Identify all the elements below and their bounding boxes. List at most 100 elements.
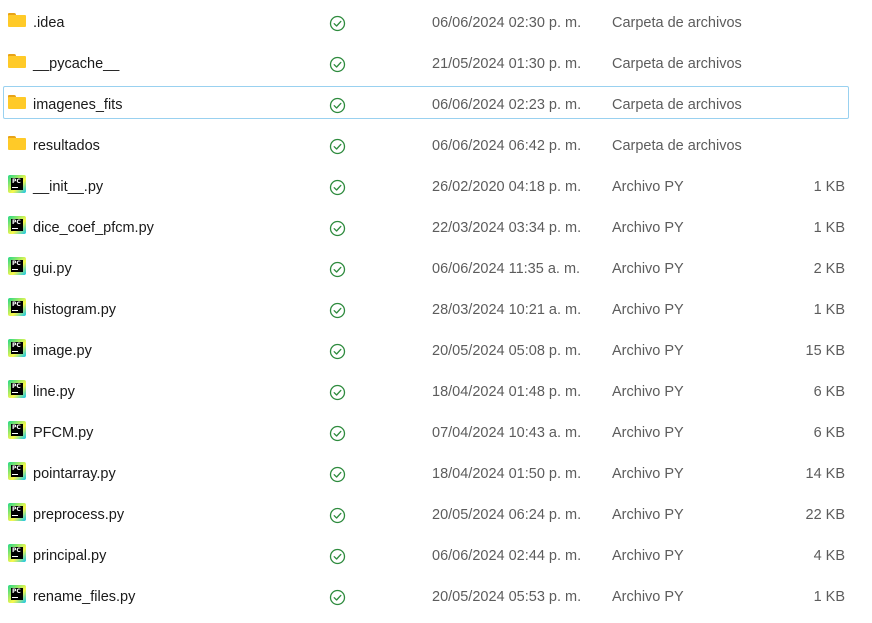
- file-type: Archivo PY: [612, 220, 684, 236]
- file-type: Carpeta de archivos: [612, 15, 742, 31]
- file-date-modified: 18/04/2024 01:48 p. m.: [432, 384, 582, 400]
- pycharm-logo: PC: [8, 585, 26, 603]
- pycharm-logo: PC: [8, 257, 26, 275]
- pycharm-logo: PC: [8, 175, 26, 193]
- file-date-modified: 21/05/2024 01:30 p. m.: [432, 56, 582, 72]
- file-date-modified: 20/05/2024 05:08 p. m.: [432, 343, 582, 359]
- pycharm-logo: PC: [8, 544, 26, 562]
- file-date-modified: 20/05/2024 05:53 p. m.: [432, 589, 582, 605]
- pycharm-file-icon: PC: [8, 339, 27, 358]
- pycharm-logo-inner: PC: [11, 383, 23, 395]
- pycharm-logo-inner: PC: [11, 301, 23, 313]
- file-name: preprocess.py: [33, 507, 125, 523]
- file-date-modified: 06/06/2024 02:44 p. m.: [432, 548, 582, 564]
- file-size: 6 KB: [813, 425, 845, 441]
- pycharm-file-icon: PC: [8, 380, 27, 399]
- file-row-pycache[interactable]: __pycache__ 21/05/2024 01:30 p. m. Carpe…: [0, 44, 872, 85]
- file-name: PFCM.py: [33, 425, 94, 441]
- file-type: Archivo PY: [612, 384, 684, 400]
- file-date-modified: 22/03/2024 03:34 p. m.: [432, 220, 582, 236]
- file-date-modified: 20/05/2024 06:24 p. m.: [432, 507, 582, 523]
- pycharm-logo-bar: [12, 556, 18, 557]
- pycharm-logo-letters: PC: [12, 301, 21, 308]
- file-row-pfcm-py[interactable]: PC PFCM.py 07/04/2024 10:43 a. m. Archiv…: [0, 413, 872, 454]
- pycharm-logo-bar: [12, 310, 18, 311]
- pycharm-logo: PC: [8, 298, 26, 316]
- file-name: pointarray.py: [33, 466, 116, 482]
- file-row-imagenes-fits[interactable]: imagenes_fits 06/06/2024 02:23 p. m. Car…: [0, 85, 872, 126]
- file-name: gui.py: [33, 261, 72, 277]
- pycharm-logo-inner: PC: [11, 342, 23, 354]
- pycharm-logo-letters: PC: [12, 547, 21, 554]
- pycharm-logo: PC: [8, 462, 26, 480]
- pycharm-logo-letters: PC: [12, 178, 21, 185]
- file-row-line-py[interactable]: PC line.py 18/04/2024 01:48 p. m. Archiv…: [0, 372, 872, 413]
- pycharm-logo-letters: PC: [12, 588, 21, 595]
- file-type: Archivo PY: [612, 466, 684, 482]
- file-date-modified: 06/06/2024 02:30 p. m.: [432, 15, 582, 31]
- folder-icon-body: [8, 138, 26, 150]
- pycharm-logo: PC: [8, 216, 26, 234]
- file-row-init-py[interactable]: PC __init__.py 26/02/2020 04:18 p. m. Ar…: [0, 167, 872, 208]
- file-type: Carpeta de archivos: [612, 97, 742, 113]
- sync-check-icon: [329, 589, 346, 606]
- file-type: Carpeta de archivos: [612, 56, 742, 72]
- file-type: Archivo PY: [612, 589, 684, 605]
- pycharm-file-icon: PC: [8, 544, 27, 563]
- file-row-histogram-py[interactable]: PC histogram.py 28/03/2024 10:21 a. m. A…: [0, 290, 872, 331]
- pycharm-logo-bar: [12, 228, 18, 229]
- pycharm-logo-bar: [12, 474, 18, 475]
- file-size: 15 KB: [805, 343, 846, 359]
- pycharm-logo-bar: [12, 392, 18, 393]
- pycharm-logo-inner: PC: [11, 588, 23, 600]
- file-row-preprocess-py[interactable]: PC preprocess.py 20/05/2024 06:24 p. m. …: [0, 495, 872, 536]
- sync-check-icon: [329, 507, 346, 524]
- file-type: Archivo PY: [612, 343, 684, 359]
- file-name: dice_coef_pfcm.py: [33, 220, 154, 236]
- file-row-principal-py[interactable]: PC principal.py 06/06/2024 02:44 p. m. A…: [0, 536, 872, 577]
- file-size: 2 KB: [813, 261, 845, 277]
- sync-check-icon: [329, 56, 346, 73]
- sync-check-icon: [329, 138, 346, 155]
- file-size: 6 KB: [813, 384, 845, 400]
- pycharm-logo-inner: PC: [11, 424, 23, 436]
- folder-icon: [8, 52, 27, 71]
- file-row-resultados[interactable]: resultados 06/06/2024 06:42 p. m. Carpet…: [0, 126, 872, 167]
- file-date-modified: 06/06/2024 02:23 p. m.: [432, 97, 582, 113]
- sync-check-icon: [329, 261, 346, 278]
- sync-check-icon: [329, 220, 346, 237]
- sync-check-icon: [329, 425, 346, 442]
- file-type: Archivo PY: [612, 507, 684, 523]
- pycharm-logo: PC: [8, 380, 26, 398]
- pycharm-logo-bar: [12, 515, 18, 516]
- file-row-image-py[interactable]: PC image.py 20/05/2024 05:08 p. m. Archi…: [0, 331, 872, 372]
- pycharm-file-icon: PC: [8, 462, 27, 481]
- sync-check-icon: [329, 466, 346, 483]
- sync-check-icon: [329, 548, 346, 565]
- file-row-pointarray-py[interactable]: PC pointarray.py 18/04/2024 01:50 p. m. …: [0, 454, 872, 495]
- pycharm-logo-letters: PC: [12, 424, 21, 431]
- sync-check-icon: [329, 15, 346, 32]
- pycharm-logo-bar: [12, 433, 18, 434]
- pycharm-file-icon: PC: [8, 298, 27, 317]
- folder-icon-body: [8, 56, 26, 68]
- file-row-dice-coef-pfcm-py[interactable]: PC dice_coef_pfcm.py 22/03/2024 03:34 p.…: [0, 208, 872, 249]
- sync-check-icon: [329, 384, 346, 401]
- file-row-gui-py[interactable]: PC gui.py 06/06/2024 11:35 a. m. Archivo…: [0, 249, 872, 290]
- pycharm-logo-letters: PC: [12, 342, 21, 349]
- file-row-rename-files-py[interactable]: PC rename_files.py 20/05/2024 05:53 p. m…: [0, 577, 872, 618]
- sync-check-icon: [329, 97, 346, 114]
- pycharm-logo-bar: [12, 187, 18, 188]
- file-name: rename_files.py: [33, 589, 136, 605]
- pycharm-logo-inner: PC: [11, 465, 23, 477]
- pycharm-logo-inner: PC: [11, 219, 23, 231]
- file-type: Carpeta de archivos: [612, 138, 742, 154]
- file-type: Archivo PY: [612, 548, 684, 564]
- pycharm-logo-letters: PC: [12, 383, 21, 390]
- pycharm-logo-inner: PC: [11, 178, 23, 190]
- pycharm-file-icon: PC: [8, 175, 27, 194]
- file-name: .idea: [33, 15, 65, 31]
- file-name: histogram.py: [33, 302, 117, 318]
- file-row-idea[interactable]: .idea 06/06/2024 02:30 p. m. Carpeta de …: [0, 3, 872, 44]
- pycharm-file-icon: PC: [8, 421, 27, 440]
